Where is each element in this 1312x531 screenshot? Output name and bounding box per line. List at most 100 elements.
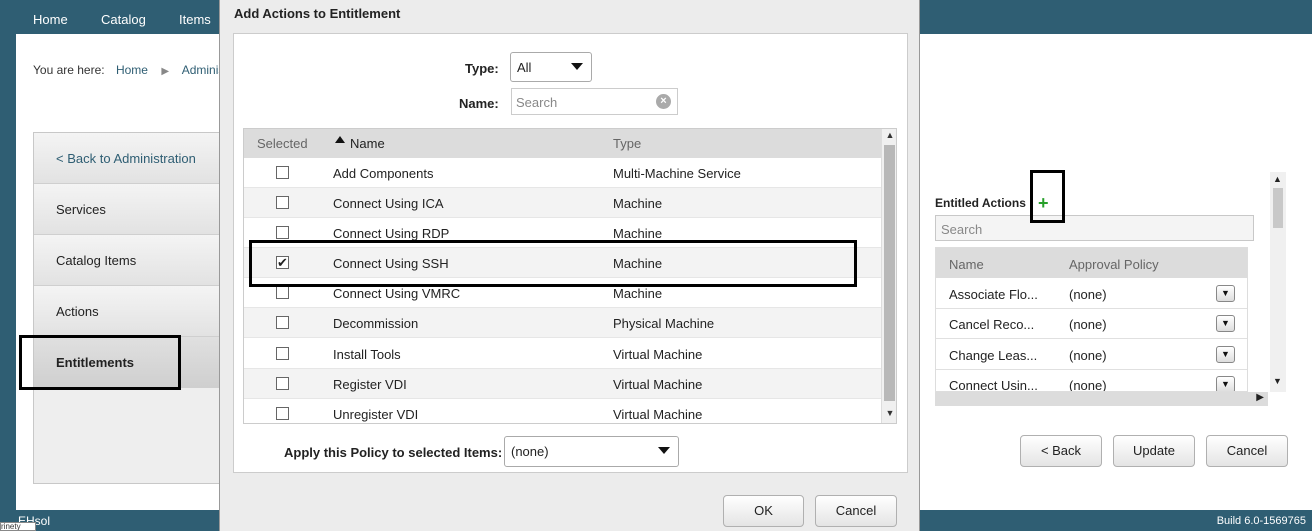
action-type: Physical Machine (613, 316, 715, 331)
table-row[interactable]: Add Components Multi-Machine Service (244, 158, 881, 188)
row-checkbox[interactable] (276, 286, 289, 299)
scroll-down-icon[interactable]: ▼ (1273, 376, 1282, 386)
policy-select[interactable]: (none) (504, 436, 679, 467)
entitled-actions-table: Name Approval Policy Associate Flo... (n… (935, 247, 1248, 392)
grid-header: Selected Name Type (244, 129, 881, 158)
nav-home[interactable]: Home (33, 12, 68, 27)
nav-catalog-items[interactable]: Catalog Items (34, 235, 220, 286)
table-row[interactable]: Connect Using VMRC Machine (244, 278, 881, 308)
table-row[interactable]: Decommission Physical Machine (244, 308, 881, 338)
column-approval-policy[interactable]: Approval Policy (1069, 257, 1159, 272)
row-checkbox-checked[interactable]: ✔ (276, 256, 289, 269)
action-name: Connect Usin... (949, 378, 1038, 392)
action-name: Install Tools (333, 347, 401, 362)
clear-search-icon[interactable]: × (656, 94, 671, 109)
entitled-vertical-scrollbar[interactable]: ▲ ▼ (1270, 172, 1286, 392)
table-row[interactable]: ✔ Connect Using SSH Machine (244, 248, 881, 278)
entitled-actions-title: Entitled Actions (935, 196, 1026, 210)
nav-items[interactable]: Items (179, 12, 211, 27)
row-checkbox[interactable] (276, 377, 289, 390)
table-row[interactable]: Cancel Reco... (none) ▼ (936, 309, 1247, 339)
chevron-down-icon[interactable]: ▼ (1216, 285, 1235, 302)
approval-policy: (none) (1069, 378, 1107, 392)
scroll-thumb[interactable] (1273, 188, 1283, 228)
table-row[interactable]: Register VDI Virtual Machine (244, 369, 881, 399)
scroll-up-icon[interactable]: ▲ (882, 130, 896, 144)
type-value: All (517, 60, 532, 75)
name-search-input[interactable]: Search × (511, 88, 678, 115)
chevron-right-icon: ▶ (161, 66, 170, 77)
column-name[interactable]: Name (350, 136, 385, 151)
breadcrumb-home[interactable]: Home (116, 63, 148, 77)
action-name: Connect Using VMRC (333, 286, 461, 301)
action-name: Cancel Reco... (949, 317, 1035, 332)
add-action-icon[interactable]: + (1038, 194, 1054, 212)
grid-vertical-scrollbar[interactable]: ▲ ▼ (881, 129, 896, 423)
build-version: Build 6.0-1569765 (1216, 515, 1306, 527)
update-button[interactable]: Update (1113, 435, 1195, 467)
action-name: Connect Using SSH (333, 256, 449, 271)
action-type: Machine (613, 286, 663, 301)
approval-policy: (none) (1069, 317, 1107, 332)
table-row[interactable]: Associate Flo... (none) ▼ (936, 279, 1247, 309)
nav-entitlements[interactable]: Entitlements (34, 337, 220, 388)
nav-catalog[interactable]: Catalog (101, 12, 146, 27)
chevron-down-icon[interactable]: ▼ (1216, 346, 1235, 363)
row-checkbox[interactable] (276, 166, 289, 179)
table-row[interactable]: Connect Using RDP Machine (244, 218, 881, 248)
back-button[interactable]: < Back (1020, 435, 1102, 467)
column-selected[interactable]: Selected (257, 136, 308, 151)
nav-actions[interactable]: Actions (34, 286, 220, 337)
scroll-down-icon[interactable]: ▼ (882, 408, 896, 422)
back-to-administration-link[interactable]: < Back to Administration (34, 133, 220, 184)
chevron-down-icon (658, 447, 670, 454)
type-select[interactable]: All (510, 52, 592, 82)
action-name: Unregister VDI (333, 407, 419, 422)
approval-policy: (none) (1069, 348, 1107, 363)
scroll-up-icon[interactable]: ▲ (1273, 174, 1282, 184)
scroll-right-icon[interactable]: ▶ (1256, 392, 1264, 403)
chevron-down-icon[interactable]: ▼ (1216, 376, 1235, 391)
action-type: Virtual Machine (613, 407, 703, 422)
row-checkbox[interactable] (276, 407, 289, 420)
chevron-down-icon[interactable]: ▼ (1216, 315, 1235, 332)
cancel-page-button[interactable]: Cancel (1206, 435, 1288, 467)
table-row[interactable]: Change Leas... (none) ▼ (936, 340, 1247, 370)
cancel-dialog-button[interactable]: Cancel (815, 495, 897, 527)
row-checkbox[interactable] (276, 347, 289, 360)
sort-ascending-icon[interactable] (335, 136, 345, 143)
action-type: Machine (613, 226, 663, 241)
dialog-title: Add Actions to Entitlement (234, 6, 401, 21)
policy-label: Apply this Policy to selected Items: (284, 445, 503, 460)
breadcrumb-administration[interactable]: Adminis (182, 63, 225, 77)
ok-button[interactable]: OK (723, 495, 804, 527)
action-name: Decommission (333, 316, 419, 331)
column-name[interactable]: Name (949, 257, 984, 272)
column-type[interactable]: Type (613, 136, 641, 151)
row-checkbox[interactable] (276, 316, 289, 329)
action-type: Machine (613, 256, 663, 271)
approval-policy: (none) (1069, 287, 1107, 302)
entitled-table-header: Name Approval Policy (936, 248, 1247, 278)
table-row[interactable]: Unregister VDI Virtual Machine (244, 399, 881, 423)
nav-services[interactable]: Services (34, 184, 220, 235)
entitled-horizontal-scrollbar[interactable]: ▶ (935, 392, 1268, 406)
action-type: Virtual Machine (613, 347, 703, 362)
tooltip: rinety (0, 522, 36, 531)
action-name: Connect Using ICA (333, 196, 444, 211)
row-checkbox[interactable] (276, 196, 289, 209)
chevron-down-icon (571, 63, 583, 70)
table-row[interactable]: Connect Usin... (none) ▼ (936, 370, 1247, 392)
policy-value: (none) (511, 444, 549, 459)
entitled-search-input[interactable]: Search (935, 215, 1254, 241)
table-row[interactable]: Connect Using ICA Machine (244, 188, 881, 218)
name-label: Name: (459, 96, 499, 111)
action-name: Register VDI (333, 377, 407, 392)
scroll-thumb[interactable] (884, 145, 895, 401)
action-type: Machine (613, 196, 663, 211)
row-checkbox[interactable] (276, 226, 289, 239)
actions-grid: Selected Name Type Add Components Multi-… (243, 128, 897, 424)
search-placeholder: Search (516, 95, 558, 110)
breadcrumb: You are here: Home ▶ Adminis (33, 63, 224, 77)
table-row[interactable]: Install Tools Virtual Machine (244, 339, 881, 369)
